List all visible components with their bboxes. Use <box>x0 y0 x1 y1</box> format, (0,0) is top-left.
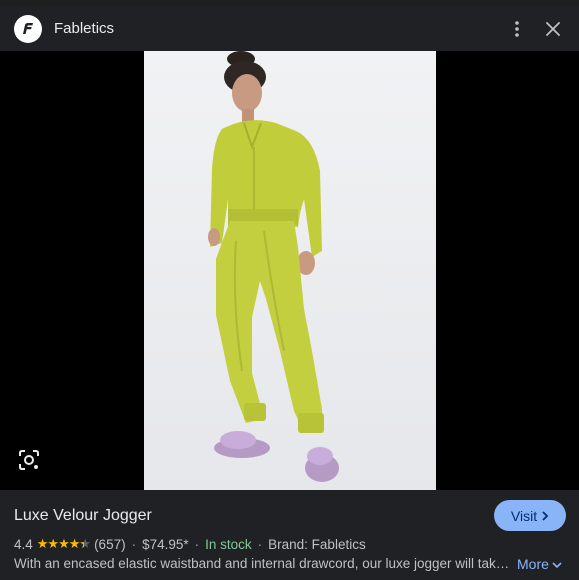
chevron-right-icon <box>541 508 549 524</box>
more-label: More <box>517 556 549 572</box>
review-count: (657) <box>94 536 126 552</box>
chevron-down-icon <box>552 556 562 572</box>
product-viewer: Fabletics Luxe Velour Jogger Visit 4.4 ★… <box>0 0 579 580</box>
star-rating-icon: ★★★★★★ <box>36 536 91 551</box>
fabletics-logo-icon[interactable] <box>14 14 42 43</box>
site-name[interactable]: Fabletics <box>54 20 114 37</box>
visit-label: Visit <box>510 507 538 524</box>
availability: In stock <box>205 536 252 552</box>
product-title[interactable]: Luxe Velour Jogger <box>14 507 152 525</box>
close-icon[interactable] <box>535 11 571 47</box>
visit-button[interactable]: Visit <box>494 500 566 531</box>
more-vert-icon[interactable] <box>499 11 535 47</box>
price: $74.95* <box>142 536 189 552</box>
product-description: With an encased elastic waistband and in… <box>14 556 510 571</box>
viewer-header: Fabletics <box>0 6 579 52</box>
product-info-panel: Luxe Velour Jogger Visit 4.4 ★★★★★★ (657… <box>0 490 579 580</box>
brand: Brand: Fabletics <box>268 536 366 552</box>
image-stage <box>0 51 579 490</box>
rating-value: 4.4 <box>14 536 33 552</box>
google-lens-icon[interactable] <box>18 449 40 471</box>
more-button[interactable]: More <box>517 556 562 572</box>
product-image[interactable] <box>144 51 436 490</box>
product-meta: 4.4 ★★★★★★ (657) · $74.95* · In stock · … <box>14 536 366 552</box>
